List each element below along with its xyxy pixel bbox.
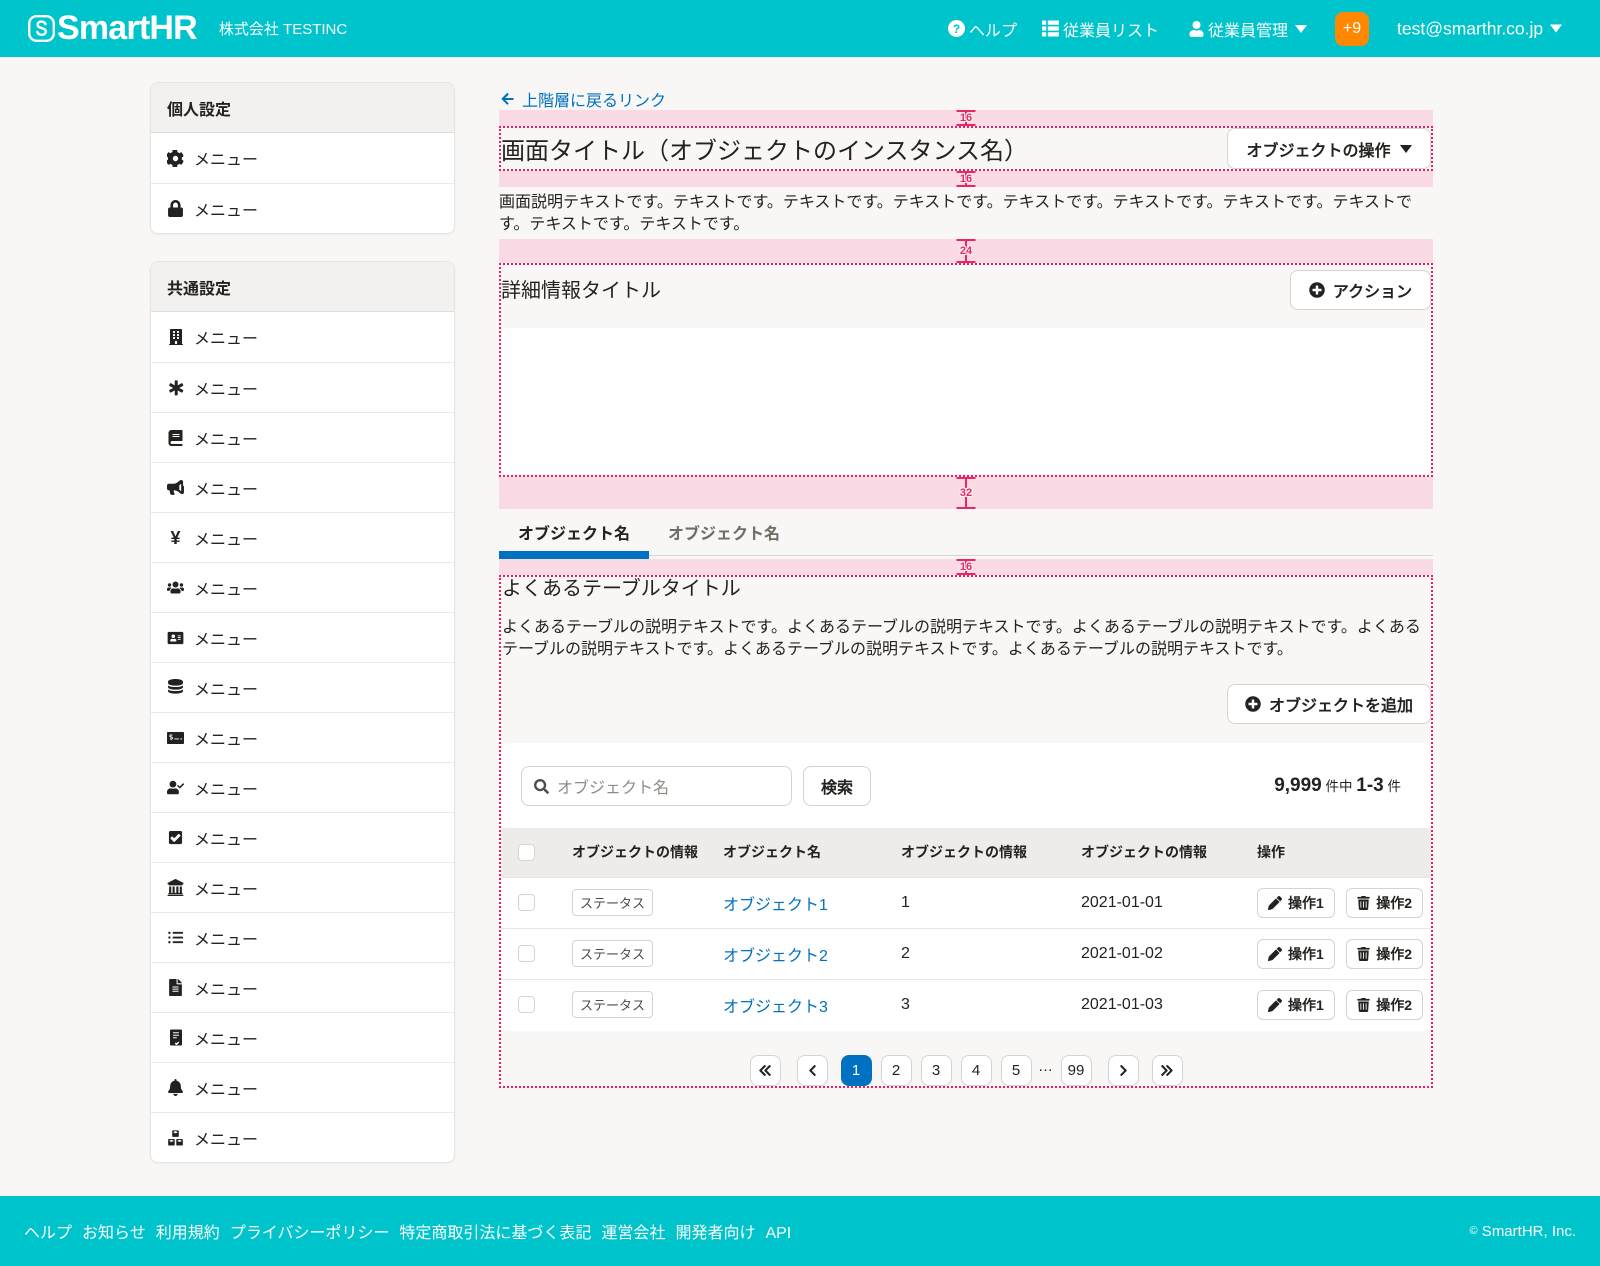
svg-text:?: ?	[953, 22, 960, 36]
